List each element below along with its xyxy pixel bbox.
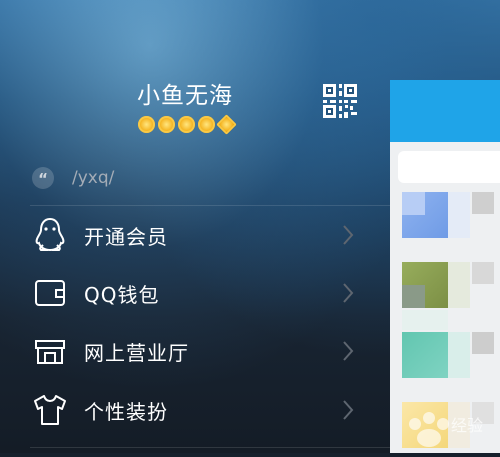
penguin-icon — [35, 217, 65, 252]
divider — [30, 447, 390, 448]
blurred-avatar — [402, 332, 448, 378]
menu-item-wallet[interactable]: QQ钱包 — [0, 264, 370, 322]
blurred-avatar — [472, 262, 494, 284]
blurred-avatar — [472, 192, 494, 214]
blurred-avatar — [402, 285, 425, 308]
level-badges[interactable] — [138, 114, 237, 136]
sun-icon — [198, 116, 215, 133]
blurred-avatar — [402, 192, 425, 215]
app-header-bar — [390, 80, 500, 142]
menu-item-personalize[interactable]: 个性装扮 — [0, 381, 370, 439]
chevron-right-icon — [343, 341, 354, 361]
signature-text: /yxq/ — [72, 168, 115, 188]
menu-item-label: 开通会员 — [84, 224, 168, 249]
conversation-panel[interactable] — [390, 80, 500, 453]
watermark: 经验 — [385, 402, 500, 453]
blurred-avatar — [448, 332, 470, 378]
menu-item-label: 个性装扮 — [84, 399, 168, 424]
blurred-avatar — [402, 310, 448, 330]
qr-code-icon[interactable] — [323, 84, 357, 118]
sun-icon — [138, 116, 155, 133]
sun-icon — [158, 116, 175, 133]
blurred-avatar — [472, 332, 494, 354]
menu-item-online-hall[interactable]: 网上营业厅 — [0, 322, 370, 380]
watermark-label: 经验 — [451, 416, 484, 435]
menu-item-label: QQ钱包 — [84, 282, 160, 307]
menu-item-label: 网上营业厅 — [84, 340, 189, 365]
chevron-right-icon — [343, 283, 354, 303]
profile-nickname[interactable]: 小鱼无海 — [0, 76, 370, 110]
signature-row[interactable]: “ /yxq/ — [32, 165, 114, 191]
menu-item-membership[interactable]: 开通会员 — [0, 206, 370, 264]
blurred-avatar — [448, 262, 470, 308]
wallet-icon — [35, 280, 65, 306]
sun-icon — [178, 116, 195, 133]
side-drawer: 小鱼无海 “ /yxq/ 开通会员 QQ钱包 网上营业厅 个性装扮 — [0, 0, 390, 453]
sun-icon — [216, 114, 237, 135]
quote-icon: “ — [32, 167, 54, 189]
chevron-right-icon — [343, 225, 354, 245]
tshirt-icon — [34, 395, 66, 425]
search-bar[interactable] — [398, 151, 500, 183]
shop-icon — [35, 340, 65, 364]
chevron-right-icon — [343, 400, 354, 420]
blurred-avatar — [448, 192, 470, 238]
